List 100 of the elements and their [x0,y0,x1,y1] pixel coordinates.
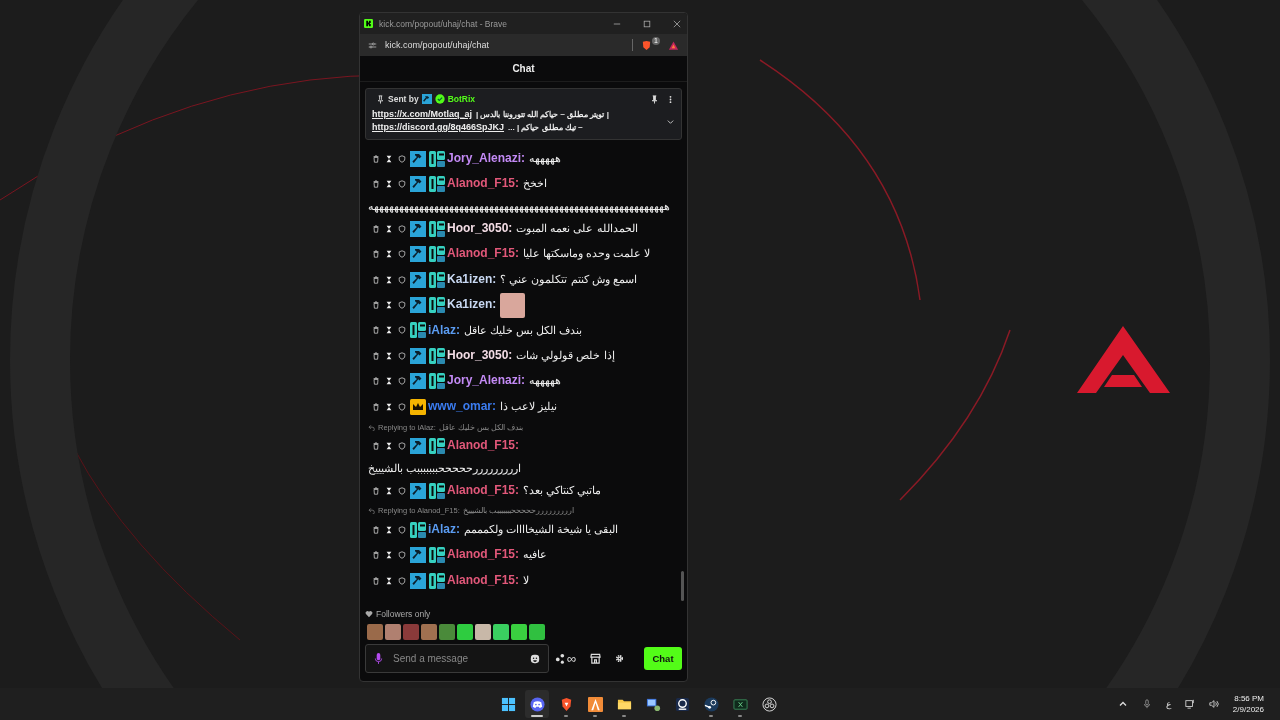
shield-icon[interactable] [398,224,406,233]
trash-icon[interactable] [372,576,380,585]
hammer-badge-icon [421,94,432,104]
trash-icon[interactable] [372,224,380,233]
message-text: هههههههههههههههههههههههههههههههههههههههههههههههههههههههههههه [368,199,670,212]
og-badge-icon [429,297,445,313]
clock-button[interactable]: 8:56 PM 2/9/2026 [1232,693,1264,715]
hourglass-icon[interactable] [385,224,393,233]
trash-icon[interactable] [372,301,380,309]
hourglass-icon[interactable] [385,525,393,534]
username[interactable]: Alanod_F15: [447,572,519,587]
hourglass-icon[interactable] [385,377,393,386]
shield-icon[interactable] [398,402,406,411]
address-field[interactable]: kick.com/popout/uhaj/chat [385,40,625,50]
hammer-badge-icon [410,220,426,237]
hourglass-icon[interactable] [385,301,393,309]
hourglass-icon[interactable] [385,326,393,335]
hourglass-icon[interactable] [385,250,393,259]
shield-icon[interactable] [398,486,406,495]
link[interactable]: https://x.com/Motlaq_aj [372,108,472,121]
hourglass-icon[interactable] [385,551,393,560]
trash-icon[interactable] [372,154,380,163]
hammer-badge-icon [410,547,426,564]
triangle-icon[interactable] [668,39,679,51]
username[interactable]: Alanod_F15: [447,482,519,497]
heart-icon [365,610,373,618]
link[interactable]: https://discord.gg/8q466SpJKJ [372,121,505,134]
og-badge-icon [429,373,445,390]
pin-icon[interactable] [650,94,659,104]
shield-icon[interactable] [398,250,406,259]
hammer-badge-icon [410,271,426,288]
shield-icon[interactable] [398,301,406,309]
hourglass-icon[interactable] [385,351,393,360]
shield-icon[interactable] [398,326,406,335]
trash-icon[interactable] [372,442,380,451]
trash-icon[interactable] [372,250,380,259]
trash-icon[interactable] [372,377,380,386]
username[interactable]: Jory_Alenazi: [447,151,526,165]
shield-icon[interactable] [398,551,406,560]
webcam-icon [674,696,690,712]
trash-icon[interactable] [372,351,380,360]
username[interactable]: Ka1izen: [447,271,497,286]
shield-icon[interactable] [398,442,406,451]
chat-send-button[interactable]: Chat [644,647,682,670]
message-bar[interactable]: Send a message [365,644,549,673]
network-icon[interactable] [1184,699,1195,709]
hourglass-icon[interactable] [385,154,393,163]
pin-icon [376,94,385,104]
shield-icon[interactable] [398,180,406,189]
username[interactable]: Hoor_3050: [447,347,513,362]
maximize-icon[interactable] [643,19,651,28]
trash-icon[interactable] [372,180,380,189]
hourglass-icon[interactable] [385,442,393,451]
dots-icon [555,653,566,664]
language-indicator[interactable]: ع [1165,699,1171,709]
trash-icon[interactable] [372,402,380,411]
settings-icon[interactable] [615,654,625,663]
emoji-icon[interactable] [530,653,540,664]
username[interactable]: Alanod_F15: [447,246,519,261]
message-input[interactable]: Send a message [391,652,522,665]
trash-icon[interactable] [372,551,380,560]
shield-icon[interactable] [398,576,406,585]
brave-shield-button[interactable] [641,39,653,51]
shield-icon[interactable] [398,525,406,534]
shield-icon[interactable] [398,377,406,386]
points-button[interactable]: ∞ [555,651,577,666]
chevron-up-icon[interactable] [1117,699,1128,709]
microphone-icon[interactable] [374,652,383,665]
close-icon[interactable] [673,19,681,28]
message-text: لا علمت وحده وماسكتها عليا [523,247,651,260]
username[interactable]: iAlaz: [428,322,460,337]
hourglass-icon[interactable] [385,180,393,189]
trash-icon[interactable] [372,525,380,534]
hourglass-icon[interactable] [385,275,393,284]
username[interactable]: Alanod_F15: [447,438,519,453]
username[interactable]: Jory_Alenazi: [447,373,526,388]
trash-icon[interactable] [372,486,380,495]
hourglass-icon[interactable] [385,486,393,495]
shield-icon[interactable] [398,351,406,360]
username[interactable]: Alanod_F15: [447,176,519,191]
store-icon[interactable] [590,653,602,664]
game-controller-face-icon [529,696,545,712]
hourglass-icon[interactable] [385,576,393,585]
shield-icon[interactable] [398,154,406,163]
reply-arrow-icon [368,507,375,515]
username[interactable]: iAlaz: [428,521,460,536]
speaker-icon[interactable] [1208,699,1219,709]
trash-icon[interactable] [372,326,380,335]
username[interactable]: Hoor_3050: [447,220,513,235]
taskbar-button[interactable] [525,690,549,718]
microphone-icon[interactable] [1141,699,1152,709]
chat-mode-label: Followers only [376,609,431,619]
username[interactable]: Ka1izen: [447,297,497,312]
username[interactable]: www_omar: [428,398,496,413]
site-settings-icon[interactable] [368,40,377,50]
message-text: ماتبي كنتاكي بعد؟ [523,483,602,496]
trash-icon[interactable] [372,275,380,284]
shield-icon[interactable] [398,275,406,284]
username[interactable]: Alanod_F15: [447,547,519,562]
hourglass-icon[interactable] [385,402,393,411]
